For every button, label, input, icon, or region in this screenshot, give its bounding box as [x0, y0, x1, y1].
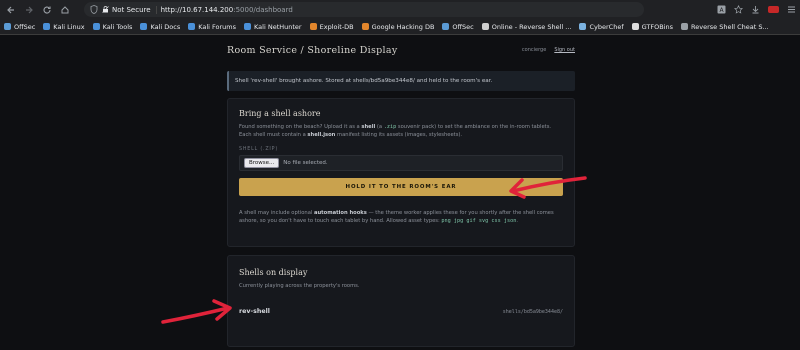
- back-button[interactable]: [4, 3, 18, 17]
- page-header: Room Service / Shoreline Display concier…: [227, 40, 575, 60]
- concierge-label: concierge: [521, 47, 547, 53]
- translate-icon[interactable]: A: [717, 5, 726, 14]
- flash-message: Shell 'rev-shell' brought ashore. Stored…: [227, 71, 575, 91]
- kali-icon: [244, 23, 252, 30]
- globe-icon: [681, 23, 689, 30]
- skull-icon: [481, 23, 489, 30]
- bookmarks-bar: OffSec Kali Linux Kali Tools Kali Docs Kali …: [0, 19, 800, 35]
- bookmark-label: Reverse Shell Cheat S...: [691, 22, 769, 31]
- bookmark-label: Kali Tools: [102, 22, 133, 31]
- bookmark-label: Kali Docs: [150, 22, 181, 31]
- url-text[interactable]: http://10.67.144.200:5000/dashboard: [161, 6, 293, 14]
- bookmark-item[interactable]: Online - Reverse Shell ...: [481, 22, 572, 31]
- page-title: Room Service / Shoreline Display: [227, 44, 398, 56]
- bookmark-item[interactable]: GTFOBins: [631, 22, 674, 31]
- shell-field-label: SHELL (.ZIP): [239, 147, 279, 152]
- bookmark-item[interactable]: Kali Tools: [92, 22, 133, 31]
- header-links: concierge Sign out: [522, 47, 575, 53]
- shield-icon: [90, 5, 98, 14]
- bookmark-label: GTFOBins: [641, 22, 674, 31]
- bookmark-item[interactable]: Exploit-DB: [309, 22, 354, 31]
- bookmark-star-icon[interactable]: [734, 5, 743, 14]
- bookmark-item[interactable]: Kali Docs: [140, 23, 180, 31]
- cyberchef-icon: [579, 23, 587, 30]
- bookmark-label: OffSec: [452, 22, 474, 31]
- reload-icon: [43, 6, 51, 14]
- bookmark-label: Kali Forums: [198, 22, 237, 31]
- upload-submit-button[interactable]: HOLD IT TO THE ROOM'S EAR: [239, 178, 563, 196]
- not-secure-label: Not Secure: [112, 5, 151, 14]
- shell-row[interactable]: rev-shell shells/bd5a9be344e8/: [239, 308, 563, 315]
- upload-heading: Bring a shell ashore: [239, 109, 321, 118]
- annotation-arrow-shell: [161, 299, 232, 324]
- shell-file-input[interactable]: Browse... No file selected.: [239, 155, 563, 171]
- gtfobins-icon: [631, 23, 639, 30]
- dashboard-page: Room Service / Shoreline Display concier…: [0, 35, 800, 350]
- bookmark-item[interactable]: Google Hacking DB: [361, 22, 435, 31]
- upload-description: Found something on the beach? Upload it …: [239, 124, 552, 138]
- display-heading: Shells on display: [239, 268, 308, 277]
- bookmark-label: OffSec: [14, 22, 36, 31]
- shells-display-card: Shells on display Currently playing acro…: [227, 255, 575, 347]
- shell-name: rev-shell: [239, 308, 270, 315]
- downloads-icon[interactable]: [751, 5, 760, 14]
- bookmark-label: Online - Reverse Shell ...: [491, 22, 572, 31]
- bookmark-label: Google Hacking DB: [371, 22, 435, 31]
- bookmark-item[interactable]: Kali Linux: [43, 22, 85, 31]
- display-subtitle: Currently playing across the property's …: [239, 283, 360, 289]
- forward-button[interactable]: [22, 3, 36, 17]
- not-secure-indicator[interactable]: Not Secure: [102, 5, 157, 14]
- bookmark-item[interactable]: OffSec: [442, 22, 474, 31]
- bookmark-item[interactable]: OffSec: [4, 23, 35, 31]
- shell-path: shells/bd5a9be344e8/: [502, 308, 563, 315]
- arrow-right-icon: [26, 6, 33, 13]
- bookmark-label: CyberChef: [589, 22, 624, 31]
- bookmark-label: Kali Linux: [53, 22, 85, 31]
- menu-icon[interactable]: [787, 5, 796, 14]
- offsec-icon: [4, 23, 11, 30]
- browser-toolbar: Not Secure http://10.67.144.200:5000/das…: [0, 0, 800, 19]
- ghdb-icon: [361, 23, 369, 30]
- flash-message-text: Shell 'rev-shell' brought ashore. Stored…: [235, 78, 493, 84]
- exploitdb-icon: [309, 23, 317, 30]
- bookmark-label: Kali NetHunter: [254, 22, 302, 31]
- bookmark-item[interactable]: Kali NetHunter: [244, 23, 302, 31]
- url-host: http://10.67.144.200: [160, 5, 234, 14]
- bookmark-label: Exploit-DB: [319, 22, 354, 31]
- url-path: :5000/dashboard: [233, 5, 293, 14]
- toolbar-extensions: A: [717, 5, 796, 14]
- home-button[interactable]: [58, 3, 72, 17]
- upload-card: Bring a shell ashore Found something on …: [227, 98, 575, 247]
- reload-button[interactable]: [40, 3, 54, 17]
- kali-icon: [43, 23, 51, 30]
- bookmark-item[interactable]: CyberChef: [579, 22, 624, 31]
- sign-out-link[interactable]: Sign out: [554, 47, 575, 53]
- automation-hooks-note: A shell may include optional automation …: [239, 210, 554, 224]
- unlocked-warning-icon: [102, 6, 109, 13]
- home-icon: [61, 5, 69, 13]
- extension-badge-icon[interactable]: [768, 6, 779, 13]
- offsec-icon: [442, 23, 450, 30]
- arrow-left-icon: [7, 6, 14, 13]
- no-file-label: No file selected.: [283, 160, 328, 166]
- address-bar[interactable]: Not Secure http://10.67.144.200:5000/das…: [84, 2, 644, 17]
- browse-button[interactable]: Browse...: [244, 158, 280, 168]
- kali-icon: [140, 23, 148, 30]
- bookmark-item[interactable]: Kali Forums: [188, 23, 236, 31]
- bookmark-item[interactable]: Reverse Shell Cheat S...: [681, 23, 769, 31]
- kali-icon: [188, 23, 196, 30]
- kali-icon: [92, 23, 100, 30]
